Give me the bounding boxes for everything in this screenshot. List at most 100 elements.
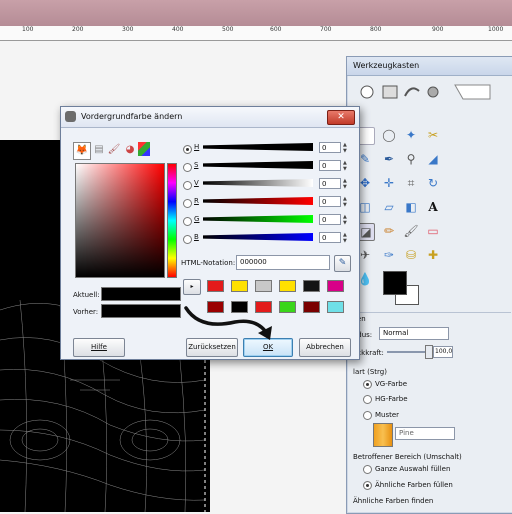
channel-radio-v[interactable] (183, 181, 192, 190)
area-whole-radio[interactable] (363, 465, 372, 474)
color-picker-tool-icon[interactable]: ✒ (381, 151, 397, 167)
channel-radio-b[interactable] (183, 235, 192, 244)
area-whole-label: Ganze Auswahl füllen (375, 465, 451, 473)
spinner-r-icon[interactable]: ▲ ▼ (343, 196, 349, 208)
find-similar-label: Ähnliche Farben finden (353, 497, 434, 505)
pencil-tool-icon[interactable]: ✏ (381, 223, 397, 239)
foreground-color-swatch-front[interactable] (383, 271, 407, 295)
value-r[interactable]: 0 (319, 196, 341, 207)
fuzzy-select-tool-icon[interactable]: ✦ (403, 127, 419, 143)
gimp-selector-tab-icon[interactable]: 🦊 (73, 142, 91, 160)
value-b[interactable]: 0 (319, 232, 341, 243)
ink-tool-icon[interactable]: ✑ (381, 247, 397, 263)
hue-strip[interactable] (167, 163, 177, 278)
previous-color-swatch (101, 304, 181, 318)
channel-radio-g[interactable] (183, 217, 192, 226)
text-tool-icon[interactable]: A (425, 199, 441, 215)
slider-b[interactable] (203, 233, 313, 241)
align-tool-icon[interactable]: ✛ (381, 175, 397, 191)
scissors-select-tool-icon[interactable]: ✂ (425, 127, 441, 143)
measure-tool-icon[interactable]: ◢ (425, 151, 441, 167)
channel-radio-s[interactable] (183, 163, 192, 172)
wheel-selector-tab-icon[interactable]: ◕ (123, 142, 137, 158)
zoom-tool-icon[interactable]: ⚲ (403, 151, 419, 167)
mode-select[interactable]: Normal (379, 327, 449, 340)
watercolor-selector-tab-icon[interactable]: 🖌 (107, 142, 121, 158)
fill-pattern-radio[interactable] (363, 411, 372, 420)
help-button-label: Hilfe (91, 343, 107, 351)
help-button[interactable]: Hilfe (73, 338, 125, 357)
html-notation-input[interactable]: 000000 (236, 255, 330, 270)
eyedropper-icon[interactable]: ✎ (334, 255, 351, 272)
shear-tool-icon[interactable]: ▱ (381, 199, 397, 215)
value-h[interactable]: 0 (319, 142, 341, 153)
channel-radio-h[interactable] (183, 145, 192, 154)
horizontal-ruler: 100 200 300 400 500 600 700 800 900 1000 (0, 26, 512, 41)
history-swatch-1[interactable] (207, 280, 224, 292)
slider-v[interactable] (203, 179, 313, 187)
history-swatch-7[interactable] (207, 301, 224, 313)
heal-tool-icon[interactable]: ✚ (425, 247, 441, 263)
toolbox-window: Werkzeugkasten ◯ ✦ ✂ ✎ ✒ ⚲ ◢ ✥ ✛ ⌗ ↻ ◫ ▱… (346, 56, 512, 514)
add-to-history-arrow-icon[interactable]: ▸ (183, 279, 201, 295)
spinner-v-icon[interactable]: ▲ ▼ (343, 178, 349, 190)
ok-button-label: OK (262, 343, 274, 351)
eraser-tool-icon[interactable]: ▭ (425, 223, 441, 239)
color-square-picker[interactable] (75, 163, 165, 278)
paintbrush-tool-icon[interactable]: 🖌 (403, 223, 419, 239)
pattern-name-field[interactable]: Pine (395, 427, 455, 440)
fill-fg-radio[interactable] (363, 380, 372, 389)
slider-g[interactable] (203, 215, 313, 223)
lasso-select-tool-icon[interactable]: ◯ (381, 127, 397, 143)
ok-button[interactable]: OK (243, 338, 293, 357)
palette-selector-tab-icon[interactable] (138, 142, 150, 156)
previous-label: Vorher: (73, 308, 99, 316)
ruler-tick: 200 (72, 26, 84, 33)
fill-pattern-label: Muster (375, 411, 400, 419)
foreground-color-dialog: Vordergrundfarbe ändern ✕ 🦊 ▤ 🖌 ◕ H 0 ▲ ▼… (60, 106, 360, 360)
spinner-h-icon[interactable]: ▲ ▼ (343, 142, 349, 154)
clone-tool-icon[interactable]: ⛁ (403, 247, 419, 263)
value-v[interactable]: 0 (319, 178, 341, 189)
channel-label-r: R (194, 197, 199, 205)
fill-fg-label: VG-Farbe (375, 380, 408, 388)
cancel-button[interactable]: Abbrechen (299, 338, 351, 357)
spinner-g-icon[interactable]: ▲ ▼ (343, 214, 349, 226)
spinner-s-icon[interactable]: ▲ ▼ (343, 160, 349, 172)
ruler-tick: 300 (122, 26, 134, 33)
history-swatch-12[interactable] (327, 301, 344, 313)
value-s[interactable]: 0 (319, 160, 341, 171)
history-swatch-8[interactable] (231, 301, 248, 313)
reset-button[interactable]: Zurücksetzen (186, 338, 238, 357)
history-swatch-5[interactable] (303, 280, 320, 292)
cmyk-selector-tab-icon[interactable]: ▤ (92, 142, 106, 158)
history-swatch-2[interactable] (231, 280, 248, 292)
slider-s[interactable] (203, 161, 313, 169)
fill-bg-label: HG-Farbe (375, 395, 408, 403)
history-swatch-9[interactable] (255, 301, 272, 313)
channel-label-v: V (194, 179, 199, 187)
history-swatch-4[interactable] (279, 280, 296, 292)
current-color-swatch (101, 287, 181, 301)
value-g[interactable]: 0 (319, 214, 341, 225)
history-swatch-10[interactable] (279, 301, 296, 313)
area-similar-label: Ähnliche Farben füllen (375, 481, 453, 489)
opacity-slider-track[interactable] (387, 351, 427, 353)
area-similar-radio[interactable] (363, 481, 372, 490)
flip-tool-icon[interactable]: ◧ (403, 199, 419, 215)
fill-bg-radio[interactable] (363, 395, 372, 404)
slider-r[interactable] (203, 197, 313, 205)
html-notation-label: HTML-Notation: (181, 259, 236, 267)
channel-radio-r[interactable] (183, 199, 192, 208)
history-swatch-6[interactable] (327, 280, 344, 292)
crop-tool-icon[interactable]: ⌗ (403, 175, 419, 191)
opacity-slider-handle[interactable] (425, 345, 433, 359)
opacity-value[interactable]: 100,0 (433, 346, 453, 358)
close-button[interactable]: ✕ (327, 110, 355, 125)
spinner-b-icon[interactable]: ▲ ▼ (343, 232, 349, 244)
rotate-tool-icon[interactable]: ↻ (425, 175, 441, 191)
slider-h[interactable] (203, 143, 313, 151)
history-swatch-3[interactable] (255, 280, 272, 292)
pattern-preview[interactable] (373, 423, 393, 447)
history-swatch-11[interactable] (303, 301, 320, 313)
